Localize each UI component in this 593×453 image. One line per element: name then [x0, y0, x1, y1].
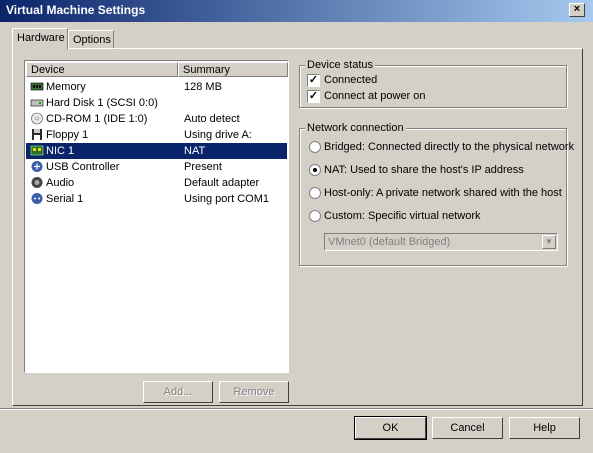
host-only-label[interactable]: Host-only: A private network shared with…	[324, 187, 562, 199]
add-button[interactable]: Add...	[143, 381, 213, 403]
usb-icon	[31, 161, 43, 172]
memory-icon	[30, 82, 44, 91]
device-summary: Using port COM1	[184, 193, 269, 205]
bridged-radio[interactable]	[309, 141, 321, 153]
column-header-summary-label: Summary	[183, 64, 231, 76]
device-row-serial[interactable]: Serial 1 Using port COM1	[26, 191, 287, 207]
column-header-device-label: Device	[31, 64, 65, 76]
custom-radio[interactable]	[309, 210, 321, 222]
audio-icon	[31, 177, 43, 188]
tab-options-label: Options	[73, 34, 111, 46]
device-name: Serial 1	[46, 193, 84, 205]
connected-checkbox[interactable]: ✓	[307, 74, 320, 87]
device-summary: NAT	[184, 145, 206, 157]
floppy-icon	[32, 129, 42, 140]
chevron-down-icon[interactable]: ▼	[542, 235, 556, 249]
device-summary: 128 MB	[184, 81, 222, 93]
nat-label[interactable]: NAT: Used to share the host's IP address	[324, 164, 524, 176]
host-only-radio[interactable]	[309, 187, 321, 199]
device-status-label: Device status	[305, 59, 376, 71]
close-icon[interactable]: ×	[569, 3, 585, 17]
device-row-floppy[interactable]: Floppy 1 Using drive A:	[26, 127, 287, 143]
tab-hardware-label: Hardware	[17, 32, 65, 44]
device-summary: Default adapter	[184, 177, 260, 189]
device-name: CD-ROM 1 (IDE 1:0)	[46, 113, 148, 125]
device-name: Floppy 1	[46, 129, 89, 141]
device-row-cdrom[interactable]: CD-ROM 1 (IDE 1:0) Auto detect	[26, 111, 287, 127]
cancel-button[interactable]: Cancel	[432, 417, 503, 439]
device-list[interactable]: Device Summary Memory 128 MB Hard Disk 1…	[24, 60, 289, 373]
device-row-memory[interactable]: Memory 128 MB	[26, 79, 287, 95]
footer-separator	[0, 408, 593, 410]
device-row-usb[interactable]: USB Controller Present	[26, 159, 287, 175]
tab-hardware[interactable]: Hardware	[12, 28, 68, 50]
tab-options[interactable]: Options	[68, 30, 114, 50]
bridged-label[interactable]: Bridged: Connected directly to the physi…	[324, 141, 574, 153]
device-summary: Using drive A:	[184, 129, 252, 141]
device-name: Hard Disk 1 (SCSI 0:0)	[46, 97, 158, 109]
remove-button[interactable]: Remove	[219, 381, 289, 403]
nat-radio[interactable]	[309, 164, 321, 176]
connected-label[interactable]: Connected	[324, 74, 377, 86]
connect-at-power-on-label[interactable]: Connect at power on	[324, 90, 426, 102]
help-button[interactable]: Help	[509, 417, 580, 439]
device-summary: Auto detect	[184, 113, 240, 125]
device-row-hard-disk[interactable]: Hard Disk 1 (SCSI 0:0)	[26, 95, 287, 111]
device-row-nic[interactable]: NIC 1 NAT	[26, 143, 287, 159]
column-header-device[interactable]: Device	[26, 62, 178, 77]
device-summary: Present	[184, 161, 222, 173]
device-name: Memory	[46, 81, 86, 93]
window-title: Virtual Machine Settings	[6, 3, 146, 17]
custom-label[interactable]: Custom: Specific virtual network	[324, 210, 481, 222]
device-name: NIC 1	[46, 145, 75, 157]
device-name: Audio	[46, 177, 75, 189]
ok-button[interactable]: OK	[354, 416, 427, 440]
hard-disk-icon	[30, 99, 44, 107]
custom-network-value: VMnet0 (default Bridged)	[328, 236, 451, 248]
custom-network-select[interactable]: VMnet0 (default Bridged) ▼	[324, 233, 558, 251]
serial-icon	[31, 193, 43, 204]
title-bar: Virtual Machine Settings ×	[0, 0, 593, 22]
network-connection-label: Network connection	[305, 122, 406, 134]
column-header-summary[interactable]: Summary	[178, 62, 288, 77]
cdrom-icon	[31, 112, 43, 125]
nic-icon	[30, 145, 44, 156]
device-name: USB Controller	[46, 161, 120, 173]
device-row-audio[interactable]: Audio Default adapter	[26, 175, 287, 191]
connect-at-power-on-checkbox[interactable]: ✓	[307, 90, 320, 103]
